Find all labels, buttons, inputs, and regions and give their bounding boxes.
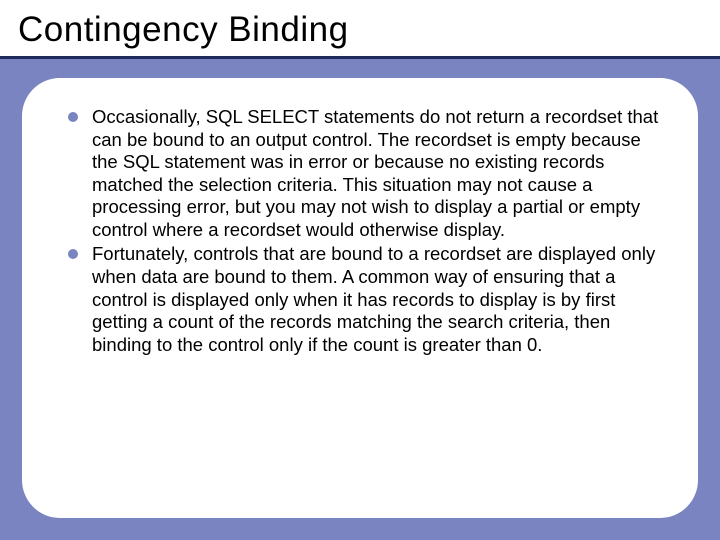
slide-title: Contingency Binding [18, 10, 702, 50]
bullet-list: Occasionally, SQL SELECT statements do n… [68, 106, 664, 356]
bullet-text: Fortunately, controls that are bound to … [92, 243, 655, 354]
bullet-icon [68, 112, 78, 122]
list-item: Fortunately, controls that are bound to … [68, 243, 664, 356]
bullet-icon [68, 249, 78, 259]
title-bar: Contingency Binding [0, 0, 720, 59]
content-panel: Occasionally, SQL SELECT statements do n… [22, 78, 698, 518]
bullet-text: Occasionally, SQL SELECT statements do n… [92, 106, 658, 240]
list-item: Occasionally, SQL SELECT statements do n… [68, 106, 664, 241]
